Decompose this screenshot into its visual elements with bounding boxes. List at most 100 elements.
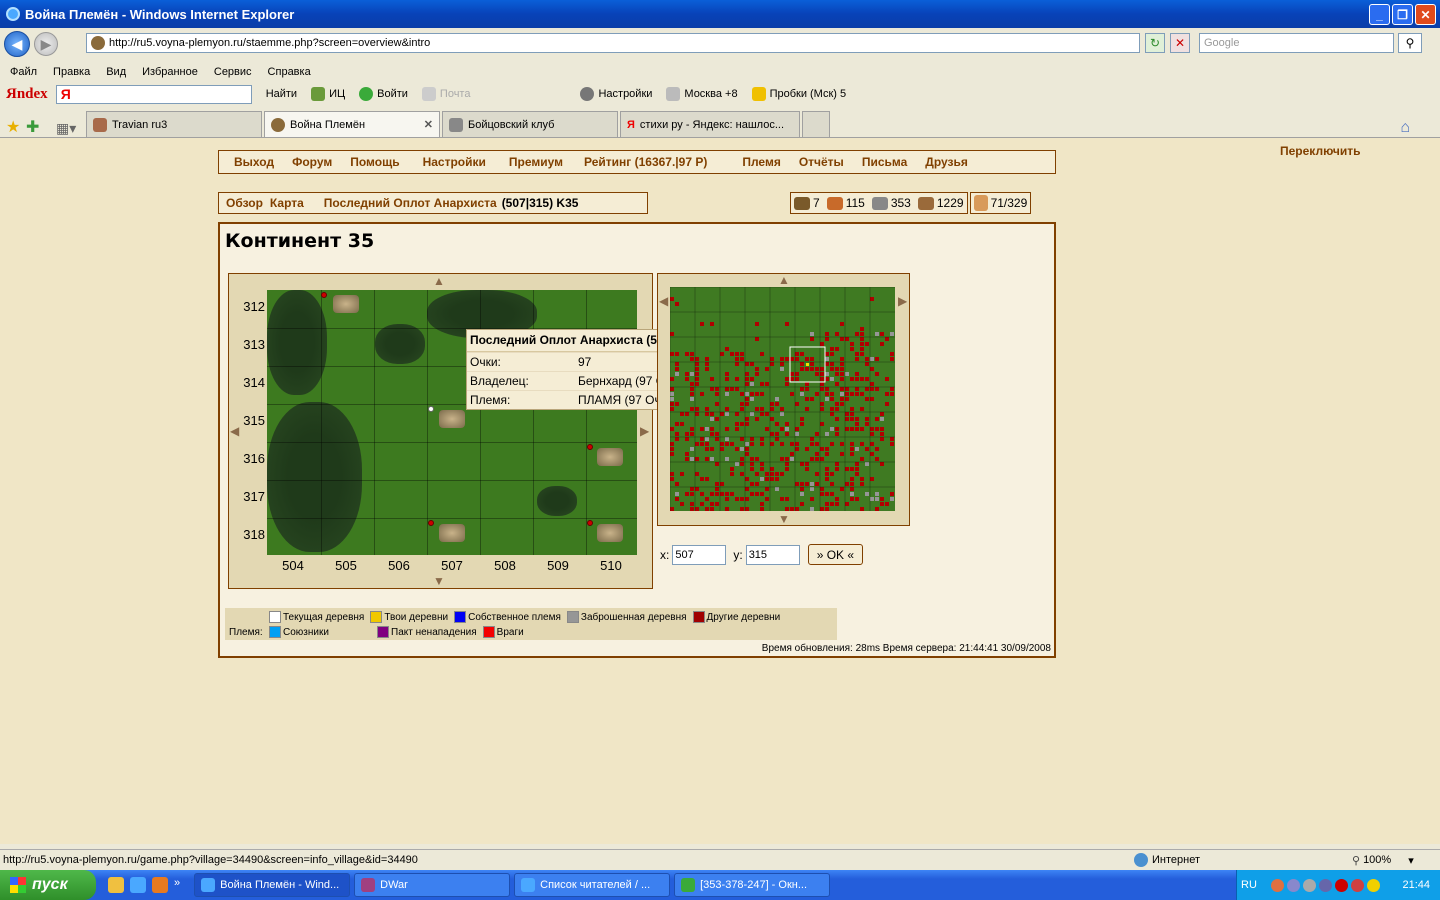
scroll-up-icon[interactable]: ▲ xyxy=(433,274,445,288)
switch-link[interactable]: Переключить xyxy=(1280,144,1360,158)
village-tile[interactable] xyxy=(333,295,359,313)
menu-friends[interactable]: Друзья xyxy=(916,155,977,169)
menu-settings[interactable]: Настройки xyxy=(409,155,495,169)
tray-icon[interactable] xyxy=(1286,878,1300,892)
start-button[interactable]: пуск xyxy=(0,870,96,900)
kaspersky-icon[interactable] xyxy=(1334,878,1348,892)
yandex-traffic-button[interactable]: Пробки (Мск) 5 xyxy=(751,87,846,101)
taskbar-button-dwar[interactable]: DWar xyxy=(354,873,511,897)
stop-icon[interactable]: ✕ xyxy=(1170,33,1190,53)
search-input[interactable]: Google xyxy=(1199,33,1394,53)
x-coord-label: x: xyxy=(660,547,670,562)
tab-fight-club[interactable]: Бойцовский клуб xyxy=(442,111,618,137)
server-time: Время обновления: 28ms Время сервера: 21… xyxy=(761,643,1051,654)
yandex-login-button[interactable]: Войти xyxy=(359,87,408,101)
x-label: 506 xyxy=(388,558,410,573)
taskbar-button-ie[interactable]: Война Племён - Wind... xyxy=(194,873,351,897)
tray-icon[interactable] xyxy=(1318,878,1332,892)
menu-tools[interactable]: Сервис xyxy=(214,66,252,78)
y-label: 314 xyxy=(243,375,265,390)
menu-reports[interactable]: Отчёты xyxy=(790,155,853,169)
village-tile[interactable] xyxy=(439,410,465,428)
tray-icon[interactable] xyxy=(1270,878,1284,892)
tab-voyna-plemyon[interactable]: Война Племён ✕ xyxy=(264,111,440,137)
forward-button[interactable]: ▶ xyxy=(34,32,58,56)
menu-help-link[interactable]: Помощь xyxy=(341,155,408,169)
yandex-search-input[interactable]: Я xyxy=(55,84,252,104)
yandex-settings-button[interactable]: Настройки xyxy=(580,87,652,101)
minimap-left-icon[interactable]: ◀ xyxy=(659,294,668,308)
scroll-left-icon[interactable]: ◀ xyxy=(230,424,239,438)
main-menu: Выход Форум Помощь Настройки Премиум Рей… xyxy=(218,150,1056,174)
add-favorite-icon[interactable]: ✚ xyxy=(26,117,46,137)
minimap-down-icon[interactable]: ▼ xyxy=(778,512,790,526)
village-tile[interactable] xyxy=(597,524,623,542)
menu-premium[interactable]: Премиум xyxy=(495,155,572,169)
refresh-icon[interactable]: ↻ xyxy=(1145,33,1165,53)
tab-yandex[interactable]: Ястихи ру - Яндекс: нашлос... xyxy=(620,111,800,137)
scroll-down-icon[interactable]: ▼ xyxy=(433,574,445,588)
menu-view[interactable]: Вид xyxy=(106,66,126,78)
tab-travian[interactable]: Travian ru3 xyxy=(86,111,262,137)
quick-launch: » xyxy=(108,877,180,893)
menu-forum[interactable]: Форум xyxy=(283,155,341,169)
village-coords: (507|315) K35 xyxy=(501,196,579,210)
tray-icon[interactable] xyxy=(1350,878,1364,892)
x-coord-input[interactable] xyxy=(672,544,727,565)
village-tile[interactable] xyxy=(597,448,623,466)
menu-ranking[interactable]: Рейтинг (16367.|97 Р) xyxy=(572,155,716,169)
menu-file[interactable]: Файл xyxy=(10,66,37,78)
overview-link[interactable]: Обзор xyxy=(219,196,270,210)
menu-tribe[interactable]: Племя xyxy=(716,155,789,169)
favorites-star-icon[interactable]: ★ xyxy=(6,117,26,137)
wood-icon xyxy=(794,196,810,210)
minimap[interactable] xyxy=(670,287,895,511)
map-frame: ▲ ▼ ◀ ▶ 312 313 314 315 316 317 318 504 … xyxy=(228,273,653,589)
minimap-right-icon[interactable]: ▶ xyxy=(898,294,907,308)
x-label: 509 xyxy=(547,558,569,573)
swords-icon xyxy=(449,117,463,132)
tray-icon[interactable] xyxy=(1366,878,1380,892)
minimap-up-icon[interactable]: ▲ xyxy=(778,273,790,287)
zoom-control[interactable]: ⚲ 100% ▾ xyxy=(1352,854,1414,867)
tray-icon[interactable] xyxy=(1302,878,1316,892)
search-icon[interactable]: ⚲ xyxy=(1398,33,1422,53)
village-name-link[interactable]: Последний Оплот Анархиста xyxy=(324,196,497,210)
ie-quicklaunch-icon[interactable] xyxy=(130,877,146,893)
yandex-ic-button[interactable]: ИЦ xyxy=(311,87,345,101)
taskbar-button-list[interactable]: Список читателей / ... xyxy=(514,873,671,897)
menu-logout[interactable]: Выход xyxy=(225,155,283,169)
village-marker xyxy=(321,292,327,298)
address-field[interactable]: http://ru5.voyna-plemyon.ru/staemme.php?… xyxy=(86,33,1140,53)
yandex-mail-button[interactable]: Почта xyxy=(421,87,470,101)
minimize-button[interactable]: _ xyxy=(1369,4,1390,25)
legend-swatch xyxy=(269,611,281,623)
language-indicator[interactable]: RU xyxy=(1241,879,1257,891)
cloud-icon xyxy=(666,87,681,101)
wood-amount: 7 xyxy=(813,196,820,210)
close-button[interactable]: ✕ xyxy=(1415,4,1436,25)
village-tile[interactable] xyxy=(439,524,465,542)
yandex-logo[interactable]: Яndex xyxy=(6,86,48,103)
taskbar-button-chat[interactable]: [353-378-247] - Окн... xyxy=(674,873,831,897)
quick-tabs-icon[interactable]: ▦▾ xyxy=(56,120,86,137)
menu-help[interactable]: Справка xyxy=(268,66,311,78)
home-icon[interactable]: ⌂ xyxy=(1400,119,1410,137)
back-button[interactable]: ◀ xyxy=(4,31,30,57)
chevron-right-icon[interactable]: » xyxy=(174,877,180,893)
x-label: 507 xyxy=(441,558,463,573)
map-link[interactable]: Карта xyxy=(270,196,324,210)
y-coord-input[interactable] xyxy=(745,544,800,565)
new-tab-button[interactable] xyxy=(802,111,830,137)
firefox-icon[interactable] xyxy=(152,877,168,893)
maximize-button[interactable]: ❐ xyxy=(1392,4,1413,25)
menu-favorites[interactable]: Избранное xyxy=(142,66,198,78)
menu-edit[interactable]: Правка xyxy=(53,66,90,78)
quicklaunch-icon[interactable] xyxy=(108,877,124,893)
yandex-find-button[interactable]: Найти xyxy=(266,88,297,100)
ok-button[interactable]: » OK « xyxy=(807,544,864,565)
close-tab-icon[interactable]: ✕ xyxy=(424,118,433,131)
menu-messages[interactable]: Письма xyxy=(853,155,916,169)
yandex-weather-button[interactable]: Москва +8 xyxy=(666,87,738,101)
scroll-right-icon[interactable]: ▶ xyxy=(640,424,649,438)
